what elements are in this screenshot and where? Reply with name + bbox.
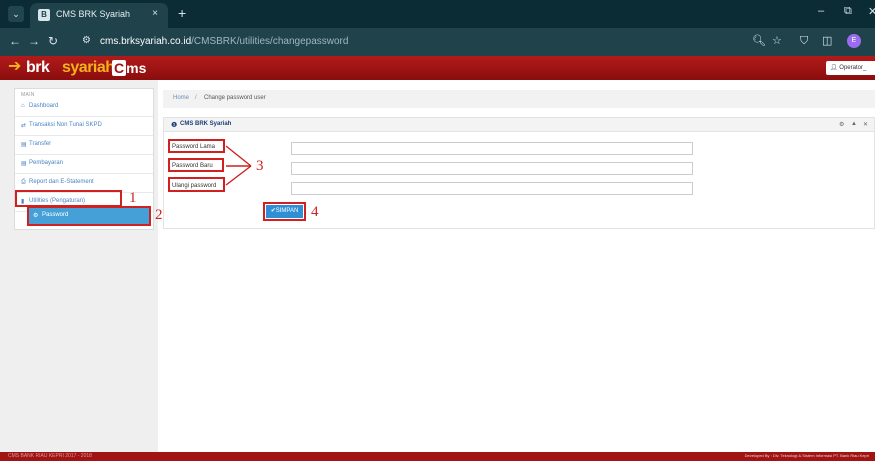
list-icon: ▤ [21, 142, 27, 148]
home-icon: ⌂ [21, 103, 25, 109]
logo-syariah: syariah [62, 59, 115, 76]
annotation-box-repeat-password [168, 177, 225, 192]
print-icon: ⎙ [21, 179, 26, 185]
app-footer: CMS BANK RIAU KEPRI 2017 - 2018 Develope… [0, 452, 875, 461]
browser-tab-bar: ⌄ B CMS BRK Syariah × + – ⧉ ✕ [0, 0, 875, 28]
profile-avatar[interactable]: E [847, 34, 861, 48]
user-icon: 👤︎ [830, 65, 838, 71]
zoom-search-icon[interactable]: 🔍︎ [752, 34, 766, 48]
panel-title: CMS BRK Syariah [180, 121, 232, 127]
forward-icon[interactable]: → [28, 34, 40, 48]
browser-toolbar: ← → ↻ ⚙ cms.brksyariah.co.id/CMSBRK/util… [0, 28, 875, 56]
annotation-box-utilities [15, 190, 122, 207]
annotation-box-password-menu [27, 206, 151, 226]
tab-search-dropdown-icon[interactable]: ⌄ [8, 6, 24, 22]
footer-developer: Developed By : Div. Teknologi & Sistem I… [744, 453, 869, 458]
sidebar-item-label: Pembayaran [29, 160, 64, 166]
annotation-number-2: 2 [155, 207, 163, 223]
sidebar-item-transfer[interactable]: ▤ Transfer [15, 136, 153, 155]
bookmark-star-icon[interactable]: ☆ [772, 34, 782, 48]
sidebar-item-transaksi[interactable]: ⇄ Transaksi Non Tunai SKPD [15, 117, 153, 136]
sidebar-item-label: Dashboard [29, 103, 59, 109]
logo-brk: brk [26, 59, 50, 76]
sidebar-item-label: Transfer [29, 141, 52, 147]
breadcrumb-separator: / [195, 95, 197, 101]
extensions-puzzle-icon[interactable]: ◫ [822, 34, 832, 48]
sidebar-item-label: Transaksi Non Tunai SKPD [29, 122, 102, 128]
tab-close-icon[interactable]: × [152, 8, 158, 19]
new-tab-button[interactable]: + [178, 6, 186, 20]
annotation-number-3: 3 [256, 158, 264, 174]
tab-title: CMS BRK Syariah [56, 9, 131, 19]
sidebar-item-label: Report dan E-Statement [29, 179, 94, 185]
url-host: cms.brksyariah.co.id [100, 36, 192, 47]
maximize-icon[interactable]: ⧉ [844, 5, 852, 18]
minimize-icon[interactable]: – [818, 5, 824, 17]
annotation-number-1: 1 [129, 190, 137, 206]
panel-header: ❶ CMS BRK Syariah ⚙ ▲ ✕ [164, 118, 874, 132]
annotation-number-4: 4 [311, 204, 319, 220]
new-password-input[interactable] [291, 162, 693, 175]
logo-cms: Cms [112, 59, 146, 77]
page-root: ⌄ B CMS BRK Syariah × + – ⧉ ✕ ← → ↻ ⚙ cm… [0, 0, 875, 461]
breadcrumb: Home / Change password user [163, 90, 875, 108]
list-icon: ▤ [21, 161, 27, 167]
close-window-icon[interactable]: ✕ [868, 5, 875, 18]
logo-arrow-icon: ➔ [8, 58, 22, 75]
user-menu-button[interactable]: 👤︎ Operator_ [826, 61, 875, 75]
logo-cms-c: C [112, 60, 127, 76]
site-info-icon[interactable]: ⚙ [82, 35, 91, 46]
sidebar-item-dashboard[interactable]: ⌂ Dashboard [15, 98, 153, 117]
browser-tab[interactable]: B CMS BRK Syariah × [30, 3, 168, 28]
transfer-arrows-icon: ⇄ [21, 123, 27, 129]
panel-close-icon[interactable]: ✕ [863, 121, 868, 128]
url-path: /CMSBRK/utilities/changepassword [191, 36, 349, 47]
breadcrumb-home-link[interactable]: Home [173, 95, 189, 101]
repeat-password-input[interactable] [291, 182, 693, 195]
footer-copyright: CMS BANK RIAU KEPRI 2017 - 2018 [8, 453, 92, 459]
address-bar[interactable]: ⚙ cms.brksyariah.co.id/CMSBRK/utilities/… [74, 32, 794, 52]
panel-settings-icon[interactable]: ⚙ [839, 121, 844, 128]
breadcrumb-current: Change password user [204, 95, 266, 101]
sidebar-item-pembayaran[interactable]: ▤ Pembayaran [15, 155, 153, 174]
old-password-input[interactable] [291, 142, 693, 155]
back-icon[interactable]: ← [9, 34, 21, 48]
reload-icon[interactable]: ↻ [48, 34, 58, 48]
app-header: ➔ brk syariah Cms 👤︎ Operator_ [0, 56, 875, 80]
extension-icon[interactable]: ⛉ [800, 34, 808, 48]
annotation-box-save [263, 202, 306, 221]
url-text[interactable]: cms.brksyariah.co.id/CMSBRK/utilities/ch… [100, 36, 348, 47]
info-circle-icon: ❶ [171, 122, 178, 129]
panel-collapse-icon[interactable]: ▲ [851, 121, 857, 127]
annotation-box-old-password [168, 139, 225, 153]
annotation-box-new-password [168, 158, 224, 172]
logo-cms-ms: ms [126, 60, 147, 76]
annotation-bracket-lines [225, 145, 252, 186]
user-label: Operator_ [839, 65, 867, 71]
cms-favicon-icon: B [38, 9, 50, 21]
